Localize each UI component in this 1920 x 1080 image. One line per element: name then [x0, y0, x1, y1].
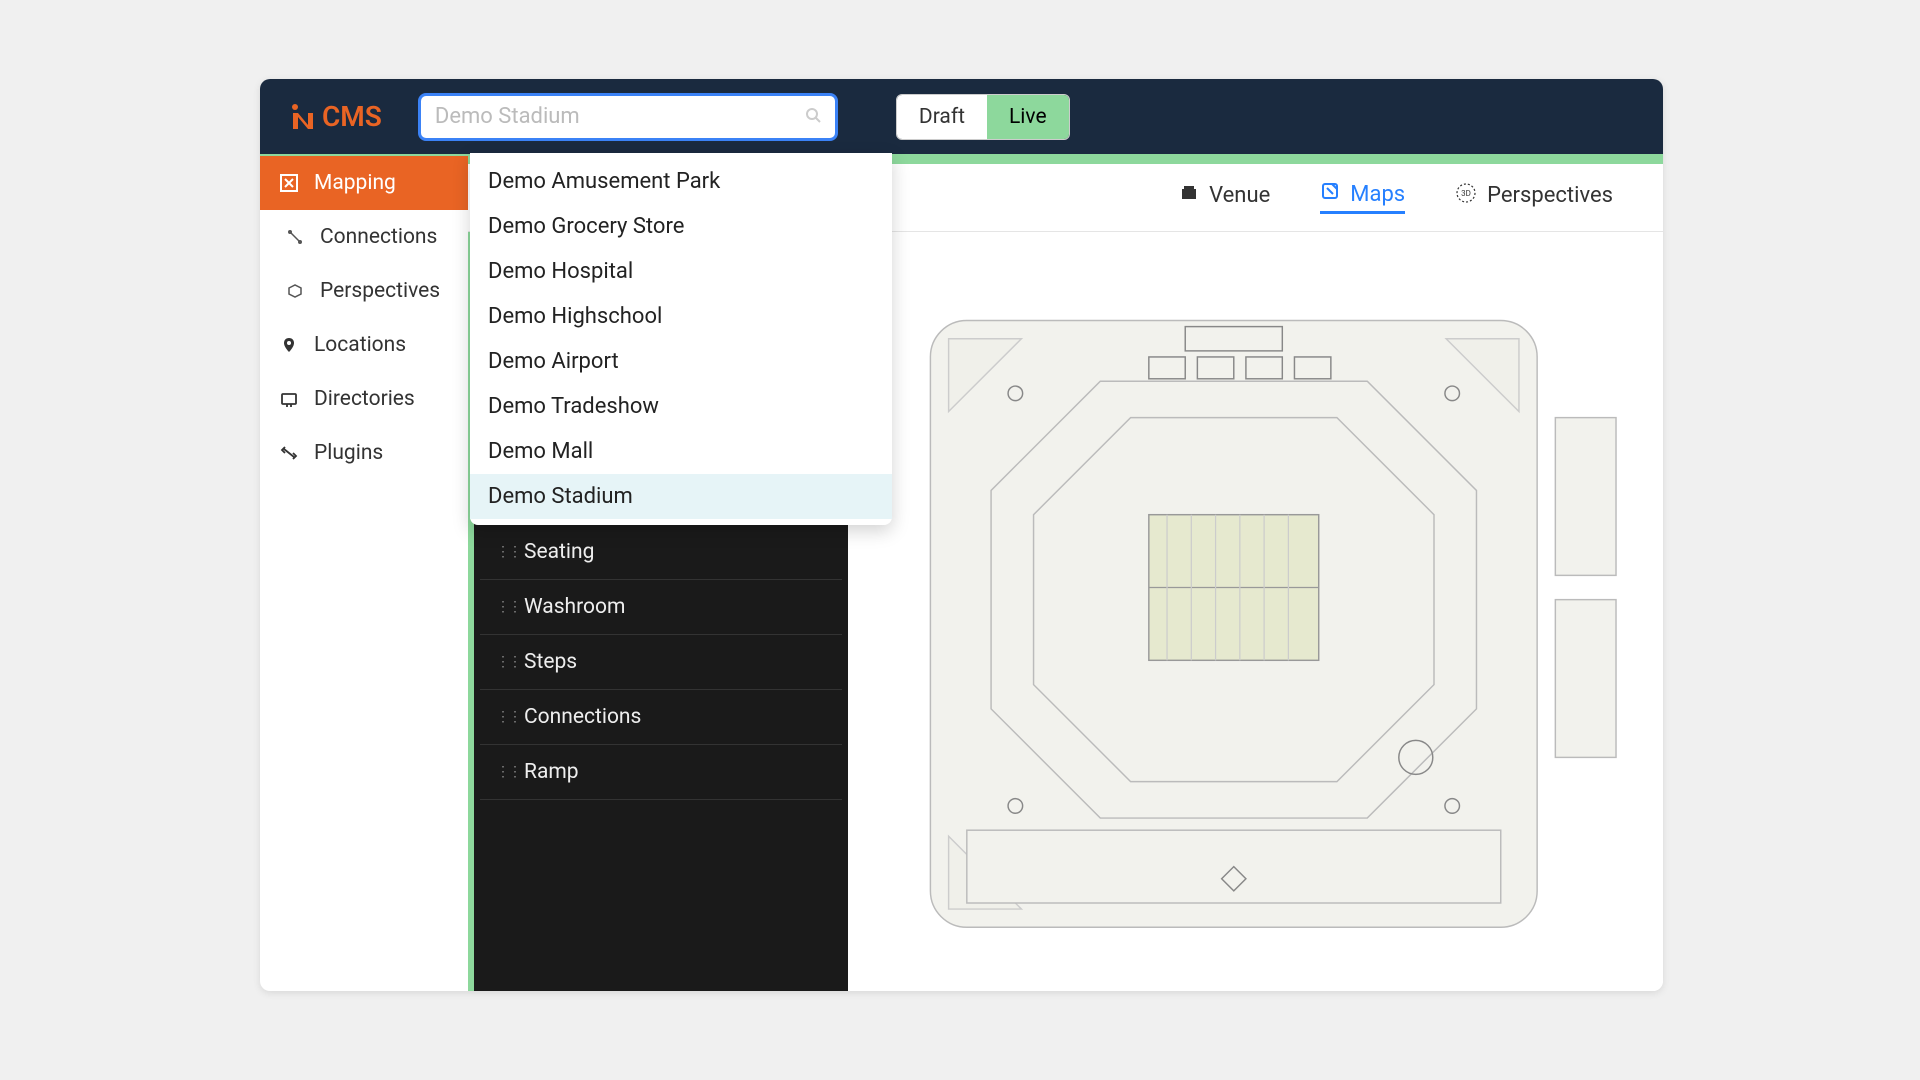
- live-button[interactable]: Live: [987, 95, 1069, 139]
- logo-icon: [290, 103, 314, 131]
- drag-handle-icon[interactable]: ⋮⋮: [496, 599, 506, 615]
- venue-search[interactable]: [418, 93, 838, 141]
- sidebar-label: Perspectives: [320, 279, 440, 303]
- sublayer-connections[interactable]: ⋮⋮ Connections: [480, 690, 842, 745]
- dropdown-item[interactable]: Demo Amusement Park: [470, 159, 892, 204]
- sidebar-item-connections[interactable]: Connections: [260, 210, 468, 264]
- mapping-icon: [278, 172, 300, 194]
- sidebar-label: Mapping: [314, 171, 396, 195]
- sidebar-label: Directories: [314, 387, 415, 411]
- search-icon: [805, 107, 821, 127]
- sublayer-label: Connections: [524, 705, 641, 729]
- sidebar-item-directories[interactable]: Directories: [260, 372, 468, 426]
- draft-button[interactable]: Draft: [897, 95, 987, 139]
- tab-label: Maps: [1350, 182, 1405, 207]
- dropdown-item[interactable]: Demo Hospital: [470, 249, 892, 294]
- search-input[interactable]: [435, 104, 805, 129]
- plugins-icon: [278, 442, 300, 464]
- sublayer-label: Ramp: [524, 760, 579, 784]
- sidebar-label: Plugins: [314, 441, 383, 465]
- sublayer-label: Washroom: [524, 595, 625, 619]
- app-frame: CMS Draft Live Mapping Connections Persp…: [260, 79, 1663, 991]
- dropdown-item[interactable]: Demo Stadium: [470, 474, 892, 519]
- app-logo: CMS: [280, 100, 382, 133]
- tab-venue[interactable]: Venue: [1179, 183, 1270, 213]
- top-header: CMS Draft Live: [260, 79, 1663, 154]
- dropdown-item[interactable]: Demo Mall: [470, 429, 892, 474]
- sidebar-item-plugins[interactable]: Plugins: [260, 426, 468, 480]
- sublayer-washroom[interactable]: ⋮⋮ Washroom: [480, 580, 842, 635]
- drag-handle-icon[interactable]: ⋮⋮: [496, 764, 506, 780]
- dropdown-item[interactable]: Demo Airport: [470, 339, 892, 384]
- sublayer-label: Seating: [524, 540, 594, 564]
- directories-icon: [278, 388, 300, 410]
- perspectives-icon: [284, 280, 306, 302]
- connections-icon: [284, 226, 306, 248]
- tab-label: Venue: [1209, 183, 1270, 208]
- maps-icon: [1320, 181, 1340, 207]
- tab-maps[interactable]: Maps: [1320, 181, 1405, 214]
- search-dropdown: Demo Amusement Park Demo Grocery Store D…: [470, 153, 892, 525]
- sidebar-label: Locations: [314, 333, 406, 357]
- sidebar-label: Connections: [320, 225, 437, 249]
- perspectives-3d-icon: 3D: [1455, 182, 1477, 210]
- main-sidebar: Mapping Connections Perspectives Locatio…: [260, 156, 468, 480]
- svg-text:3D: 3D: [1461, 189, 1471, 198]
- dropdown-item[interactable]: Demo Grocery Store: [470, 204, 892, 249]
- sublayer-seating[interactable]: ⋮⋮ Seating: [480, 525, 842, 580]
- sidebar-item-mapping[interactable]: Mapping: [260, 156, 468, 210]
- publish-mode-toggle: Draft Live: [896, 94, 1070, 140]
- map-canvas[interactable]: [854, 232, 1663, 991]
- drag-handle-icon[interactable]: ⋮⋮: [496, 709, 506, 725]
- sidebar-item-perspectives[interactable]: Perspectives: [260, 264, 468, 318]
- drag-handle-icon[interactable]: ⋮⋮: [496, 544, 506, 560]
- sublayer-label: Steps: [524, 650, 577, 674]
- stadium-floorplan: [894, 272, 1622, 952]
- sublayer-ramp[interactable]: ⋮⋮ Ramp: [480, 745, 842, 800]
- drag-handle-icon[interactable]: ⋮⋮: [496, 654, 506, 670]
- sidebar-item-locations[interactable]: Locations: [260, 318, 468, 372]
- venue-icon: [1179, 183, 1199, 209]
- tab-label: Perspectives: [1487, 183, 1613, 208]
- sublayer-steps[interactable]: ⋮⋮ Steps: [480, 635, 842, 690]
- dropdown-item[interactable]: Demo Tradeshow: [470, 384, 892, 429]
- dropdown-item[interactable]: Demo Highschool: [470, 294, 892, 339]
- app-name: CMS: [322, 100, 382, 133]
- locations-icon: [278, 334, 300, 356]
- tab-perspectives[interactable]: 3D Perspectives: [1455, 182, 1613, 214]
